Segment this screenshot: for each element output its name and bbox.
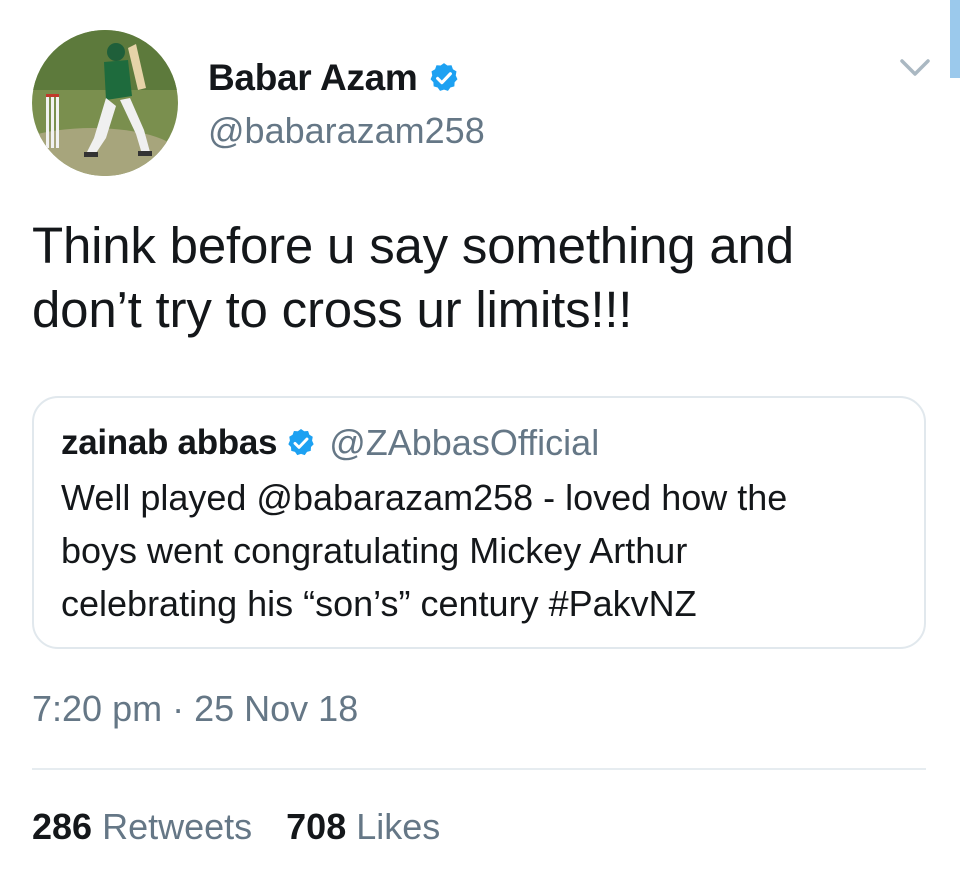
tweet-date: 25 Nov 18 [194, 688, 359, 729]
divider [32, 768, 926, 770]
retweets-count: 286 [32, 806, 93, 847]
quoted-text-line: Well played @babarazam258 - loved how th… [61, 477, 788, 518]
author-name-row[interactable]: Babar Azam [208, 56, 461, 100]
author-name[interactable]: Babar Azam [208, 57, 418, 99]
tweet-text-line: Think before u say something and [32, 217, 794, 274]
quoted-verified-badge-icon [285, 427, 317, 459]
retweets-stat[interactable]: 286 Retweets [32, 806, 252, 848]
quoted-author-handle: @ZAbbasOfficial [329, 422, 600, 463]
quoted-text-line: boys went congratulating Mickey Arthur [61, 530, 688, 571]
quoted-text-line: celebrating his “son’s” century #PakvNZ [61, 583, 697, 624]
verified-badge-icon [427, 61, 461, 95]
author-handle[interactable]: @babarazam258 [208, 110, 485, 152]
quoted-tweet-text: Well played @babarazam258 - loved how th… [61, 471, 911, 630]
scroll-indicator[interactable] [950, 0, 960, 78]
tweet-time: 7:20 pm [32, 688, 163, 729]
likes-label: Likes [356, 806, 441, 847]
tweet-text: Think before u say something and don’t t… [32, 214, 932, 342]
tweet-text-line: don’t try to cross ur limits!!! [32, 281, 633, 338]
quoted-author-name: zainab abbas [61, 423, 278, 462]
engagement-stats: 286 Retweets 708 Likes [32, 806, 440, 848]
chevron-down-icon[interactable] [898, 55, 932, 81]
cricketer-batting-avatar-icon [32, 30, 178, 176]
quoted-tweet-card[interactable]: zainab abbas @ZAbbasOfficial Well played… [32, 396, 926, 649]
likes-stat[interactable]: 708 Likes [286, 806, 440, 848]
timestamp-separator: · [172, 688, 185, 729]
likes-count: 708 [286, 806, 347, 847]
retweets-label: Retweets [102, 806, 253, 847]
tweet-timestamp[interactable]: 7:20 pm · 25 Nov 18 [32, 688, 358, 730]
quoted-tweet-header: zainab abbas @ZAbbasOfficial [61, 420, 599, 466]
avatar[interactable] [32, 30, 178, 176]
